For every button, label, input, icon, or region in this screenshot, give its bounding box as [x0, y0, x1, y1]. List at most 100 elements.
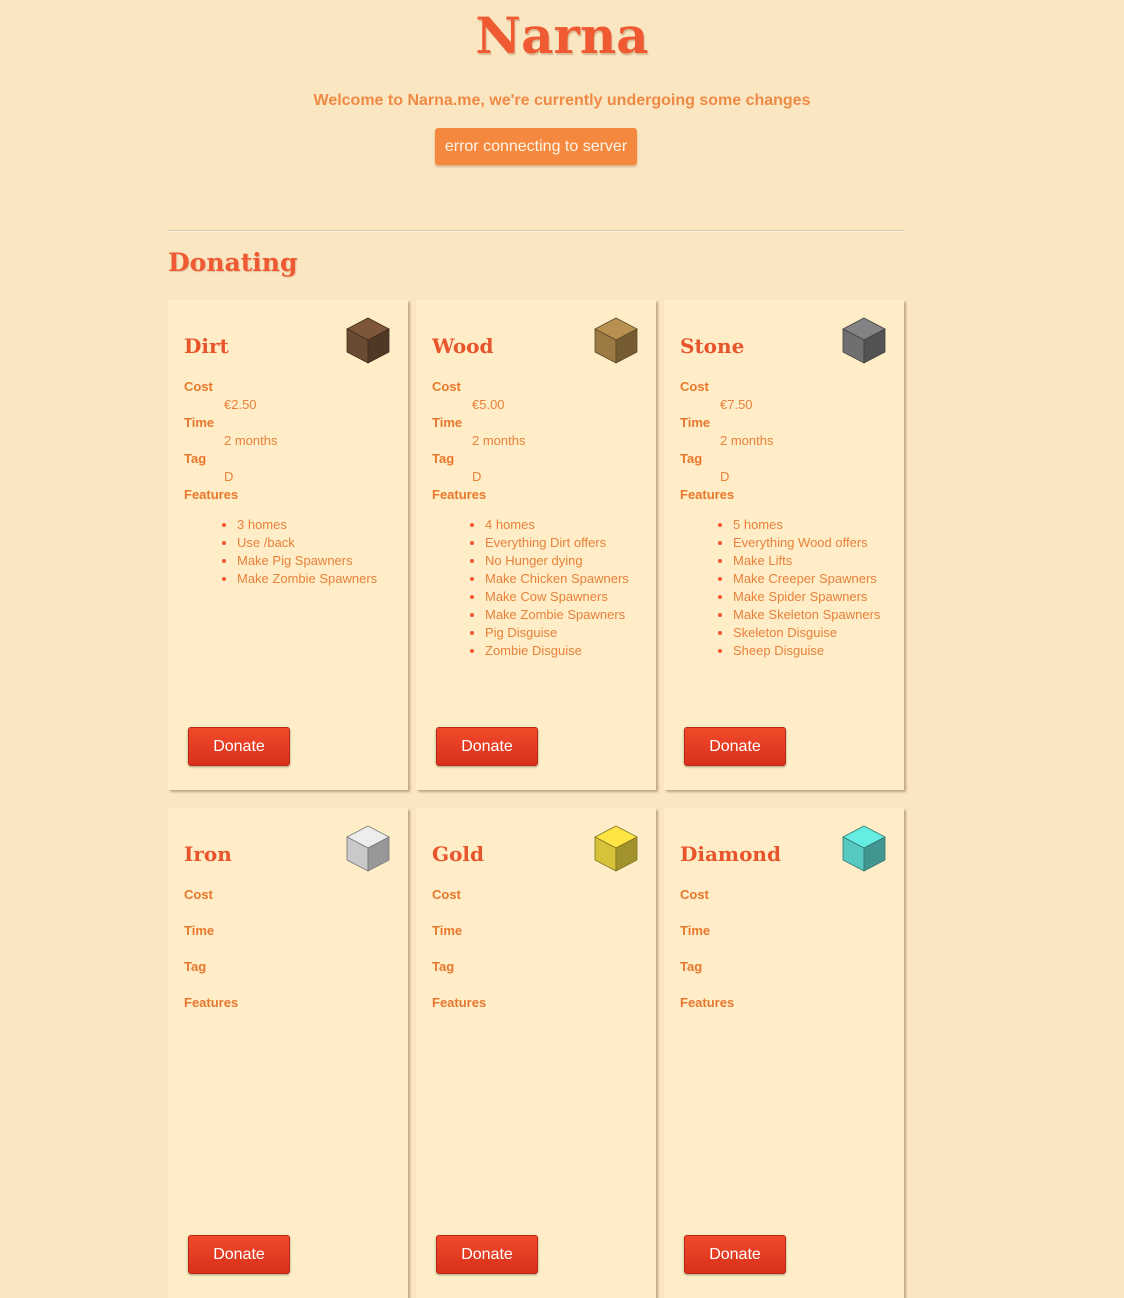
cost-label: Cost — [680, 887, 709, 902]
feature-item: Zombie Disguise — [485, 642, 652, 660]
tag-value — [680, 976, 900, 994]
cost-value: €5.00 — [472, 397, 505, 412]
server-status-button[interactable]: error connecting to server — [435, 128, 637, 165]
rank-card-diamond: Diamond Cost Time Tag Features Donate — [664, 808, 904, 1298]
features-label: Features — [432, 487, 487, 502]
feature-item: Everything Dirt offers — [485, 534, 652, 552]
donate-button[interactable]: Donate — [436, 727, 538, 766]
time-value: 2 months — [720, 433, 774, 448]
tag-value: D — [224, 469, 234, 484]
tag-label: Tag — [184, 451, 207, 466]
feature-item: Make Zombie Spawners — [485, 606, 652, 624]
rank-name: Iron — [184, 842, 232, 866]
feature-item: Pig Disguise — [485, 624, 652, 642]
feature-item: No Hunger dying — [485, 552, 652, 570]
feature-item: Make Pig Spawners — [237, 552, 404, 570]
features-list: 3 homesUse /backMake Pig SpawnersMake Zo… — [184, 516, 404, 588]
feature-item: Use /back — [237, 534, 404, 552]
cost-label: Cost — [432, 887, 461, 902]
time-value — [680, 940, 900, 958]
time-label: Time — [680, 415, 711, 430]
tag-label: Tag — [432, 451, 455, 466]
features-label: Features — [432, 995, 487, 1010]
donate-button[interactable]: Donate — [188, 727, 290, 766]
feature-item: 5 homes — [733, 516, 900, 534]
rank-card-iron: Iron Cost Time Tag Features Donate — [168, 808, 408, 1298]
rank-details: Cost €5.00 Time 2 months Tag D Features 4 homes… — [432, 378, 652, 660]
time-label: Time — [184, 415, 215, 430]
donate-button[interactable]: Donate — [436, 1235, 538, 1274]
cost-label: Cost — [432, 379, 461, 394]
feature-item: Make Zombie Spawners — [237, 570, 404, 588]
rank-card-wood: Wood Cost €5.00 Time 2 months Tag D Features 4 h… — [416, 300, 656, 790]
dirt-block-icon — [344, 316, 392, 364]
rank-details: Cost €7.50 Time 2 months Tag D Features 5 homes… — [680, 378, 900, 660]
cost-label: Cost — [184, 379, 213, 394]
rank-details: Cost Time Tag Features — [680, 886, 900, 1024]
rank-card-stone: Stone Cost €7.50 Time 2 months Tag D Features 5 … — [664, 300, 904, 790]
feature-item: Make Spider Spawners — [733, 588, 900, 606]
feature-item: 4 homes — [485, 516, 652, 534]
rank-card-dirt: Dirt Cost €2.50 Time 2 months Tag D Features 3 h… — [168, 300, 408, 790]
donate-button[interactable]: Donate — [188, 1235, 290, 1274]
rank-card-gold: Gold Cost Time Tag Features Donate — [416, 808, 656, 1298]
rank-name: Diamond — [680, 842, 781, 866]
cost-value: €2.50 — [224, 397, 257, 412]
features-label: Features — [184, 487, 239, 502]
features-label: Features — [680, 995, 735, 1010]
section-title-donating: Donating — [168, 248, 298, 277]
tag-value — [184, 976, 404, 994]
feature-item: Sheep Disguise — [733, 642, 900, 660]
rank-details: Cost Time Tag Features — [432, 886, 652, 1024]
stone-block-icon — [840, 316, 888, 364]
gold-block-icon — [592, 824, 640, 872]
feature-item: 3 homes — [237, 516, 404, 534]
time-value — [432, 940, 652, 958]
feature-item: Make Creeper Spawners — [733, 570, 900, 588]
tag-value — [432, 976, 652, 994]
tag-label: Tag — [184, 959, 207, 974]
welcome-message: Welcome to Narna.me, we're currently und… — [313, 92, 811, 109]
cost-value: €7.50 — [720, 397, 753, 412]
diamond-block-icon — [840, 824, 888, 872]
time-value — [184, 940, 404, 958]
rank-name: Stone — [680, 334, 745, 358]
rank-details: Cost €2.50 Time 2 months Tag D Features 3 homes… — [184, 378, 404, 588]
feature-item: Make Chicken Spawners — [485, 570, 652, 588]
rank-name: Dirt — [184, 334, 229, 358]
feature-item: Make Skeleton Spawners — [733, 606, 900, 624]
features-label: Features — [184, 995, 239, 1010]
time-label: Time — [432, 415, 463, 430]
rank-name: Wood — [432, 334, 494, 358]
tag-label: Tag — [432, 959, 455, 974]
cost-label: Cost — [184, 887, 213, 902]
time-label: Time — [680, 923, 711, 938]
features-list: 4 homesEverything Dirt offersNo Hunger d… — [432, 516, 652, 660]
time-value: 2 months — [224, 433, 278, 448]
wood-block-icon — [592, 316, 640, 364]
iron-block-icon — [344, 824, 392, 872]
tag-value: D — [472, 469, 482, 484]
site-title: Narna — [475, 6, 649, 65]
feature-item: Make Cow Spawners — [485, 588, 652, 606]
feature-item: Make Lifts — [733, 552, 900, 570]
time-label: Time — [184, 923, 215, 938]
tag-value: D — [720, 469, 730, 484]
donate-button[interactable]: Donate — [684, 727, 786, 766]
tag-label: Tag — [680, 451, 703, 466]
feature-item: Skeleton Disguise — [733, 624, 900, 642]
time-value: 2 months — [472, 433, 526, 448]
cost-value — [432, 904, 652, 922]
cost-value — [184, 904, 404, 922]
donate-button[interactable]: Donate — [684, 1235, 786, 1274]
features-list: 5 homesEverything Wood offersMake LiftsM… — [680, 516, 900, 660]
feature-item: Everything Wood offers — [733, 534, 900, 552]
features-label: Features — [680, 487, 735, 502]
tag-label: Tag — [680, 959, 703, 974]
divider — [168, 230, 904, 232]
time-label: Time — [432, 923, 463, 938]
rank-name: Gold — [432, 842, 485, 866]
rank-details: Cost Time Tag Features — [184, 886, 404, 1024]
cost-value — [680, 904, 900, 922]
cost-label: Cost — [680, 379, 709, 394]
